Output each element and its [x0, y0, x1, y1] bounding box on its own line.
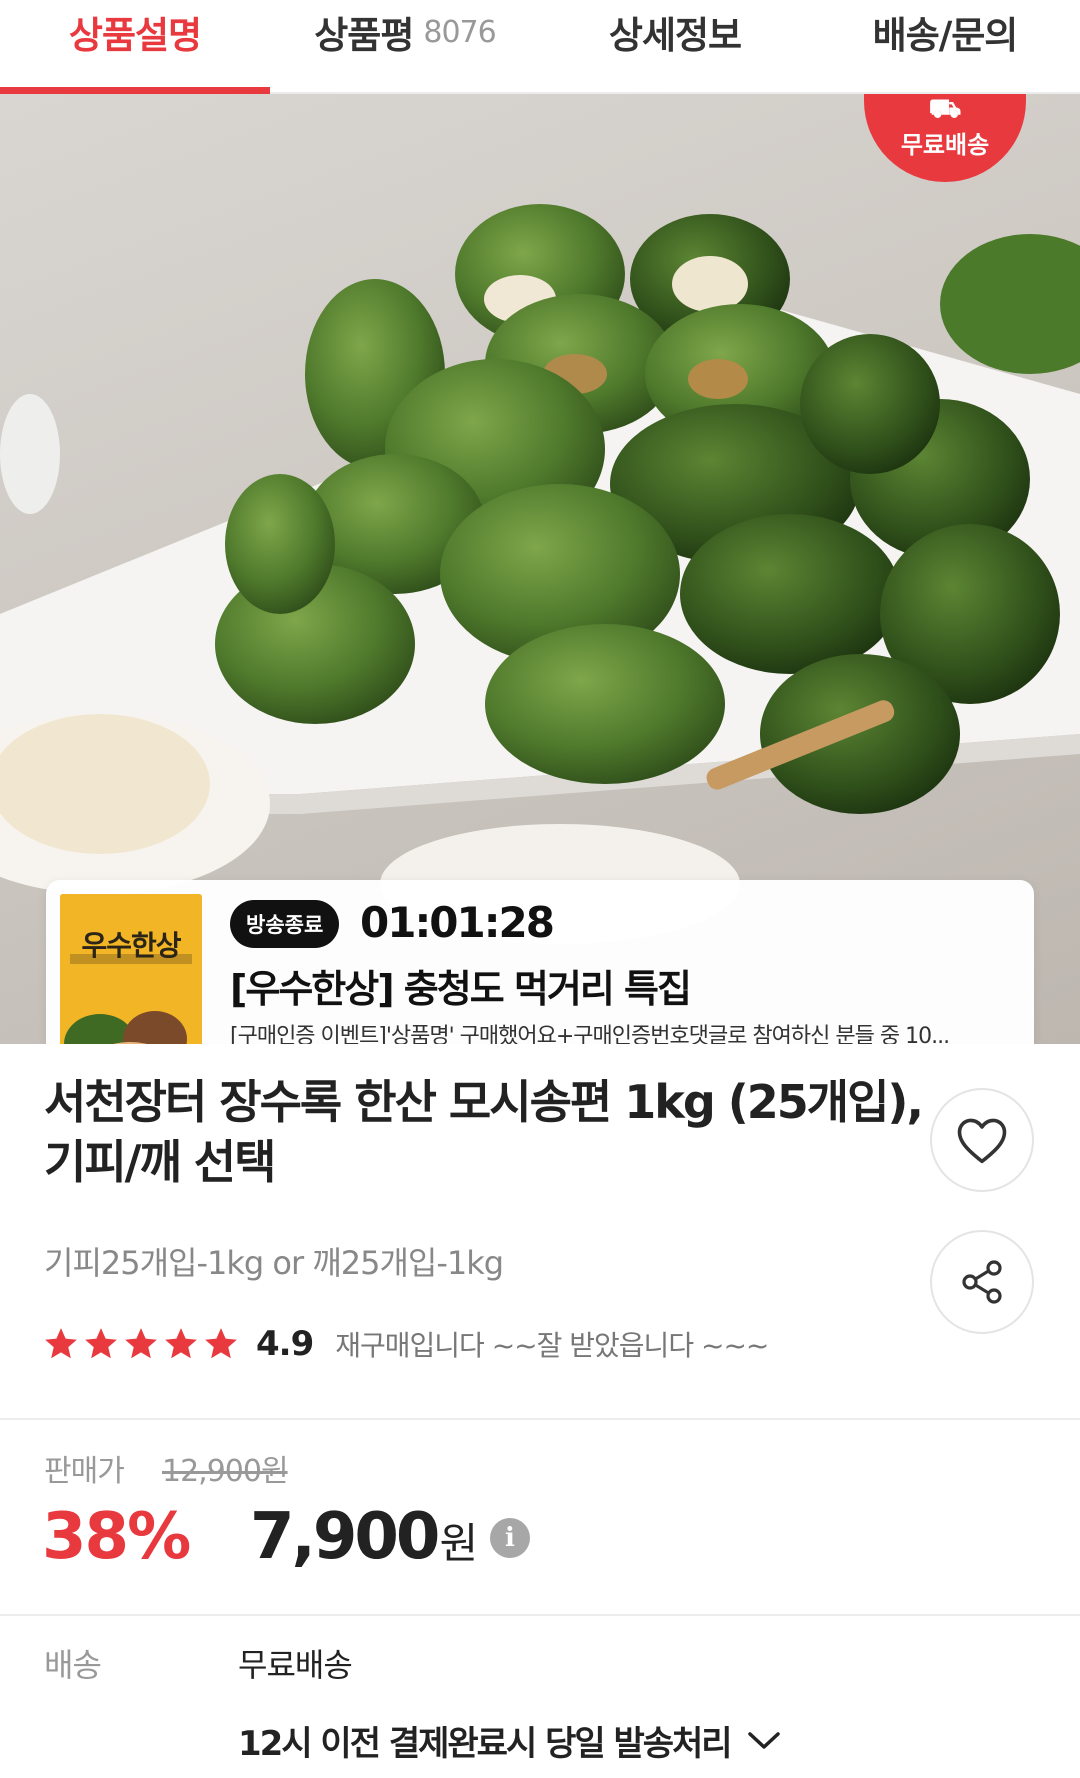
discount-rate: 38% — [42, 1500, 191, 1574]
review-count: 8076 — [423, 14, 496, 50]
free-shipping-badge-label: 무료배송 — [900, 131, 990, 159]
review-snippet[interactable]: 재구매입니다 ~~잘 받았읍니다 ~~~ — [335, 1324, 769, 1364]
tab-details[interactable]: 상세정보 — [540, 0, 810, 92]
wishlist-button[interactable] — [930, 1088, 1034, 1192]
price-unit: 원 — [439, 1519, 478, 1568]
star-icon — [85, 1328, 117, 1359]
rating-row[interactable]: 4.9 재구매입니다 ~~잘 받았읍니다 ~~~ — [42, 1324, 769, 1364]
tab-reviews[interactable]: 상품평 8076 — [270, 0, 540, 92]
product-hero-image[interactable]: ⛟ 무료배송 우수한상 방송종료 01:01:28 [우수한상] 충청도 먹거리… — [0, 94, 1080, 1044]
sale-price: 7,900원 — [250, 1500, 478, 1574]
live-timer: 01:01:28 — [360, 898, 555, 947]
tab-details-label: 상세정보 — [608, 14, 742, 57]
heart-icon — [957, 1118, 1007, 1164]
divider — [0, 1614, 1080, 1616]
tab-description[interactable]: 상품설명 — [0, 0, 270, 94]
divider — [0, 1418, 1080, 1420]
original-price: 12,900원 — [162, 1454, 289, 1489]
info-icon[interactable]: i — [490, 1518, 530, 1558]
live-thumbnail: 우수한상 — [60, 894, 202, 1044]
tab-reviews-label: 상품평 — [314, 14, 414, 57]
shipping-notice[interactable]: 12시 이전 결제완료시 당일 발송처리 — [238, 1716, 781, 1765]
star-icon — [125, 1328, 157, 1359]
star-icon — [205, 1328, 237, 1359]
shipping-notice-text: 12시 이전 결제완료시 당일 발송처리 — [238, 1724, 733, 1764]
shipping-label: 배송 — [44, 1646, 102, 1684]
product-title: 서천장터 장수록 한산 모시송편 1kg (25개입), 기피/깨 선택 — [44, 1075, 924, 1189]
star-rating — [42, 1325, 240, 1363]
option-summary: 기피25개입-1kg or 깨25개입-1kg — [44, 1244, 504, 1282]
live-title: [우수한상] 충청도 먹거리 특집 — [230, 967, 692, 1011]
share-icon — [962, 1260, 1002, 1304]
tab-description-label: 상품설명 — [68, 14, 202, 57]
live-status-badge: 방송종료 — [230, 900, 340, 948]
rating-value: 4.9 — [256, 1324, 314, 1364]
chevron-down-icon — [747, 1731, 780, 1749]
live-broadcast-card[interactable]: 우수한상 방송종료 01:01:28 [우수한상] 충청도 먹거리 특집 [구매… — [46, 880, 1034, 1044]
star-icon — [45, 1328, 77, 1359]
tab-shipping-inquiry[interactable]: 배송/문의 — [810, 0, 1080, 92]
live-description: [구매인증 이벤트]'상품명' 구매했어요+구매인증번호댓글로 참여하신 분들 … — [230, 1024, 950, 1044]
share-button[interactable] — [930, 1230, 1034, 1334]
shipping-value: 무료배송 — [238, 1646, 353, 1684]
price-label: 판매가 — [44, 1454, 125, 1489]
star-icon — [165, 1328, 197, 1359]
product-tabs: 상품설명 상품평 8076 상세정보 배송/문의 — [0, 0, 1080, 94]
live-thumbnail-title: 우수한상 — [81, 929, 181, 962]
sale-price-amount: 7,900 — [250, 1500, 440, 1574]
truck-icon: ⛟ — [928, 94, 962, 124]
tab-shipping-inquiry-label: 배송/문의 — [872, 14, 1019, 57]
